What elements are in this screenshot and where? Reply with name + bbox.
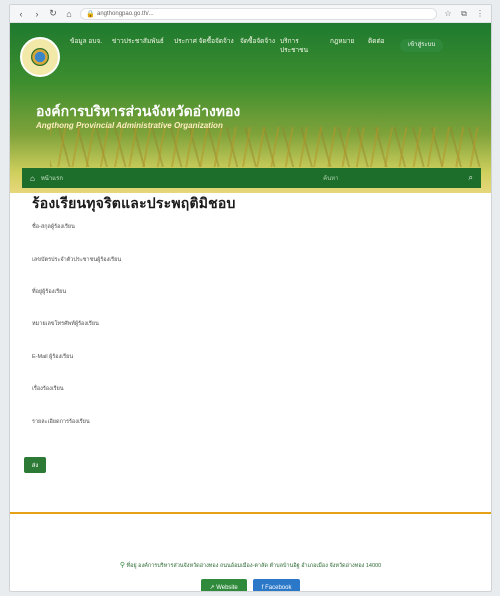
address-text: ที่อยู่ องค์การบริหารส่วนจังหวัดอ่างทอง … [126, 563, 382, 569]
field-label: เลขบัตรประจำตัวประชาชนผู้ร้องเรียน [32, 257, 122, 263]
field-label: ชื่อ-สกุลผู้ร้องเรียน [32, 224, 75, 230]
field-label: หมายเลขโทรศัพท์ผู้ร้องเรียน [32, 321, 99, 327]
form-field-details: รายละเอียดการร้องเรียน [32, 418, 452, 444]
complaint-form: ร้องเรียนทุจริตและประพฤติมิชอบ [32, 193, 471, 215]
site-logo[interactable] [20, 37, 60, 77]
footer-divider [10, 512, 491, 514]
form-field-name: ชื่อ-สกุลผู้ร้องเรียน [32, 223, 452, 249]
phone-input[interactable] [32, 334, 452, 346]
nav-item-announcements[interactable]: ประกาศ จัดซื้อจัดจ้าง [174, 37, 236, 46]
nav-item-services[interactable]: บริการประชาชน [280, 37, 326, 55]
lock-icon: 🔒 [86, 10, 95, 18]
address-bar[interactable]: 🔒 angthongpao.go.th/... [80, 7, 437, 20]
browser-window: ‹ › ↻ ⌂ 🔒 angthongpao.go.th/... ☆ ⧉ ⋮ ข้… [9, 4, 492, 592]
breadcrumb-home[interactable]: หน้าแรก [41, 173, 63, 183]
footer-links: ↗ Website f Facebook [10, 579, 491, 591]
subject-input[interactable] [32, 399, 452, 411]
form-field-id-card: เลขบัตรประจำตัวประชาชนผู้ร้องเรียน [32, 256, 452, 282]
id-card-input[interactable] [32, 270, 452, 282]
site-subtitle: Angthong Provincial Administrative Organ… [36, 121, 223, 130]
nav-item-procurement[interactable]: จัดซื้อจัดจ้าง [240, 37, 276, 46]
page-title: ร้องเรียนทุจริตและประพฤติมิชอบ [32, 195, 236, 211]
submit-button[interactable]: ส่ง [24, 457, 46, 473]
footer-address: ⚲ ที่อยู่ องค์การบริหารส่วนจังหวัดอ่างทอ… [10, 561, 491, 570]
field-label: เรื่องร้องเรียน [32, 386, 64, 392]
nav-item-contact[interactable]: ติดต่อ [368, 37, 392, 46]
star-icon[interactable]: ☆ [443, 9, 453, 18]
website-label: Website [216, 585, 238, 591]
top-navigation: ข้อมูล อบจ. ข่าวประชาสัมพันธ์ ประกาศ จัด… [10, 23, 491, 77]
browser-toolbar: ‹ › ↻ ⌂ 🔒 angthongpao.go.th/... ☆ ⧉ ⋮ [10, 5, 491, 23]
website-button[interactable]: ↗ Website [200, 579, 247, 591]
map-pin-icon: ⚲ [119, 562, 125, 569]
extensions-icon[interactable]: ⧉ [459, 9, 469, 19]
url-text: angthongpao.go.th/... [97, 10, 154, 17]
search-input[interactable]: ค้นหา [323, 173, 338, 183]
nav-item-about[interactable]: ข้อมูล อบจ. [70, 37, 108, 46]
reload-icon[interactable]: ↻ [48, 8, 58, 19]
name-input[interactable] [32, 237, 452, 249]
home-icon[interactable]: ⌂ [64, 9, 74, 19]
site-title: องค์การบริหารส่วนจังหวัดอ่างทอง [36, 103, 241, 119]
forward-icon[interactable]: › [32, 9, 42, 19]
form-field-subject: เรื่องร้องเรียน [32, 385, 452, 411]
details-input[interactable] [32, 432, 452, 444]
site-header: ข้อมูล อบจ. ข่าวประชาสัมพันธ์ ประกาศ จัด… [10, 23, 491, 193]
email-input[interactable] [32, 367, 452, 379]
address-input[interactable] [32, 302, 452, 314]
home-crumb-icon[interactable]: ⌂ [30, 174, 35, 183]
field-label: E-Mail ผู้ร้องเรียน [32, 354, 74, 360]
field-label: รายละเอียดการร้องเรียน [32, 419, 90, 425]
rice-field-decoration [50, 127, 481, 167]
facebook-label: Facebook [265, 585, 292, 591]
field-label: ที่อยู่ผู้ร้องเรียน [32, 289, 67, 295]
nav-item-news[interactable]: ข่าวประชาสัมพันธ์ [112, 37, 170, 46]
login-button[interactable]: เข้าสู่ระบบ [400, 39, 444, 52]
back-icon[interactable]: ‹ [16, 9, 26, 19]
nav-item-law[interactable]: กฎหมาย [330, 37, 364, 46]
form-field-email: E-Mail ผู้ร้องเรียน [32, 353, 452, 379]
breadcrumb-bar: ⌂ หน้าแรก ค้นหา ⌕ [22, 168, 481, 188]
facebook-button[interactable]: f Facebook [252, 579, 301, 591]
form-field-phone: หมายเลขโทรศัพท์ผู้ร้องเรียน [32, 320, 452, 346]
search-icon[interactable]: ⌕ [469, 173, 473, 183]
form-field-address: ที่อยู่ผู้ร้องเรียน [32, 288, 452, 314]
menu-icon[interactable]: ⋮ [475, 9, 485, 18]
